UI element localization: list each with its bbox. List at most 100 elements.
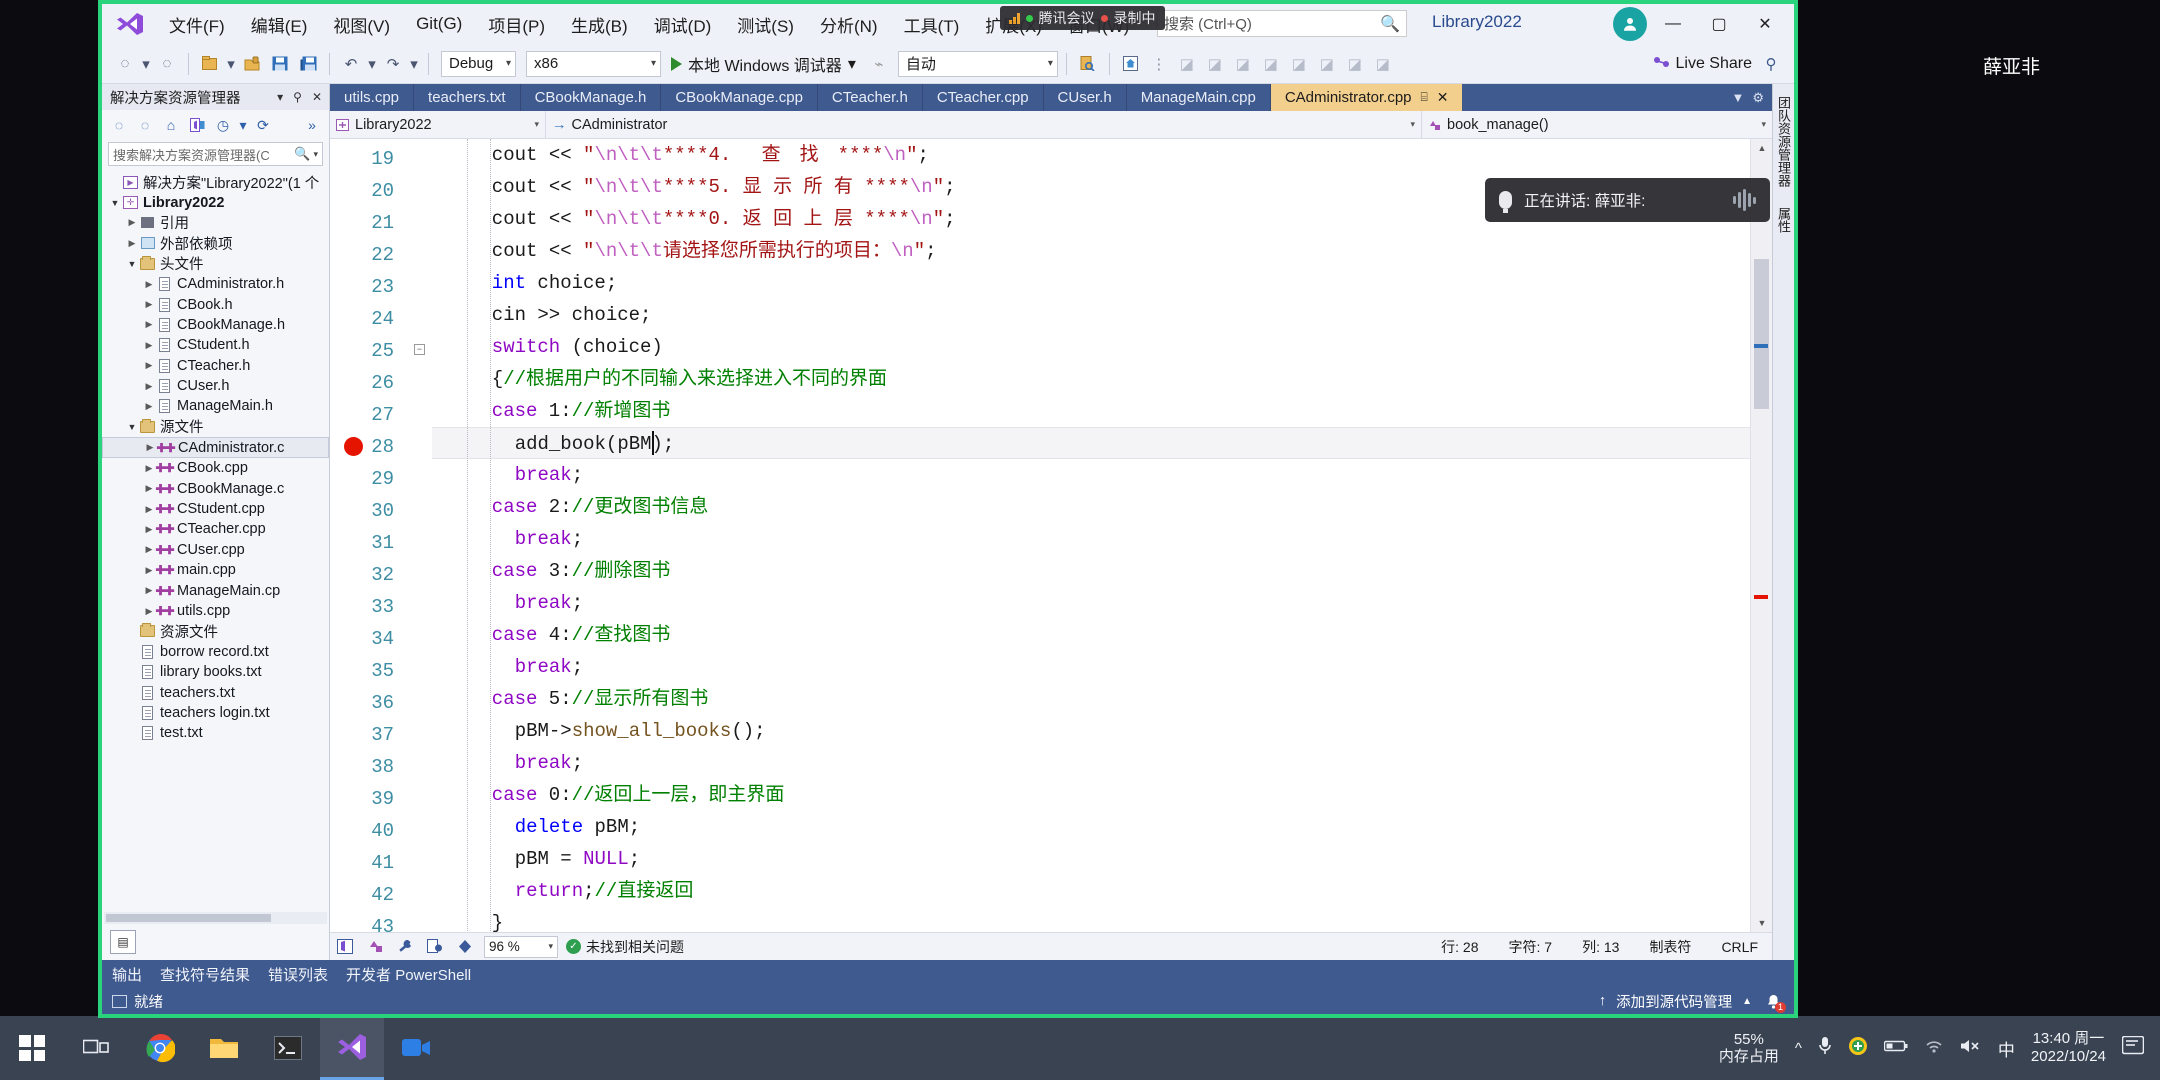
menu-item-test[interactable]: 测试(S) xyxy=(724,8,807,41)
tree-item-cadministrator.h[interactable]: ▶ CAdministrator.h xyxy=(102,274,329,294)
tb-extra-1-icon[interactable]: ◪ xyxy=(1174,50,1200,78)
forward-icon[interactable]: ◌ xyxy=(134,114,156,136)
properties-toggle-button[interactable]: ▤ xyxy=(110,930,136,954)
home-window-icon[interactable] xyxy=(1118,50,1144,78)
tree-item-[interactable]: 资源文件 xyxy=(102,621,329,641)
chevron-right-icon[interactable]: ▶ xyxy=(142,463,156,474)
tree-item-borrowrecord.txt[interactable]: borrow record.txt xyxy=(102,642,329,662)
task-view-button[interactable] xyxy=(64,1016,128,1080)
navbar-member-select[interactable]: book_manage() ▾ xyxy=(1422,111,1772,138)
save-icon[interactable] xyxy=(267,50,293,78)
chevron-down-icon[interactable]: ▼ xyxy=(125,422,139,432)
tree-item-cstudent.cpp[interactable]: ▶ ✚✚ CStudent.cpp xyxy=(102,499,329,519)
editor-tab-cteachercpp[interactable]: CTeacher.cpp xyxy=(923,84,1044,111)
menu-item-view[interactable]: 视图(V) xyxy=(320,8,403,41)
undo-icon[interactable]: ↶ xyxy=(338,50,364,78)
ime-tray-indicator[interactable]: 中 xyxy=(1998,1036,2015,1061)
code-line[interactable]: int choice; xyxy=(432,267,1772,299)
chevron-right-icon[interactable]: ▶ xyxy=(142,299,156,310)
meeting-button[interactable] xyxy=(384,1016,448,1080)
chevron-right-icon[interactable]: ▶ xyxy=(142,606,156,617)
back-icon[interactable]: ◌ xyxy=(108,114,130,136)
tb-extra-4-icon[interactable]: ◪ xyxy=(1258,50,1284,78)
maximize-button[interactable]: ▢ xyxy=(1696,6,1742,42)
menu-item-file[interactable]: 文件(F) xyxy=(156,8,238,41)
back-navigate-icon[interactable]: ◌ xyxy=(112,50,138,78)
toolbar-overflow-icon[interactable]: ⋮ xyxy=(1146,50,1172,78)
class-view-icon[interactable] xyxy=(360,934,390,960)
terminal-button[interactable] xyxy=(256,1016,320,1080)
start-debugging-button[interactable]: 本地 Windows 调试器 ▾ xyxy=(663,52,864,76)
chevron-down-icon[interactable]: ▼ xyxy=(108,198,122,208)
editor-tab-cuserh[interactable]: CUser.h xyxy=(1044,84,1127,111)
chevron-down-icon[interactable]: ▾ xyxy=(238,114,248,136)
tree-item-cbookmanage.h[interactable]: ▶ CBookManage.h xyxy=(102,315,329,335)
tb-extra-5-icon[interactable]: ◪ xyxy=(1286,50,1312,78)
forward-navigate-icon[interactable]: ◌ xyxy=(154,50,180,78)
code-line[interactable]: delete pBM; xyxy=(432,811,1772,843)
editor-vertical-scrollbar[interactable]: ▲ ▼ xyxy=(1750,139,1772,932)
close-button[interactable]: ✕ xyxy=(1742,6,1788,42)
gear-icon[interactable]: ⚙ xyxy=(1752,90,1764,106)
bottom-dock-tabs[interactable]: 输出 查找符号结果 错误列表 开发者 PowerShell xyxy=(102,960,1794,988)
solution-view-icon[interactable] xyxy=(186,114,208,136)
search-in-file-icon[interactable] xyxy=(1075,50,1101,78)
code-line[interactable]: case 4://查找图书 xyxy=(432,619,1772,651)
solution-configuration-select[interactable]: Debug ▾ xyxy=(441,50,516,77)
code-line[interactable]: {//根据用户的不同输入来选择进入不同的界面 xyxy=(432,363,1772,395)
microphone-tray-icon[interactable] xyxy=(1818,1036,1832,1060)
tool-tab-team-explorer[interactable]: 团队资源管理器 xyxy=(1772,90,1795,193)
properties-wrench-icon[interactable] xyxy=(390,934,420,960)
code-line[interactable]: return;//直接返回 xyxy=(432,875,1772,907)
chevron-down-icon[interactable]: ▾ xyxy=(313,149,318,160)
code-line[interactable]: case 3://删除图书 xyxy=(432,555,1772,587)
chevron-right-icon[interactable]: ▶ xyxy=(142,483,156,494)
navbar-project-select[interactable]: Library2022 ▾ xyxy=(330,111,546,138)
chevron-down-icon[interactable]: ▼ xyxy=(125,259,139,269)
redo-icon[interactable]: ↷ xyxy=(380,50,406,78)
editor-tab-teacherstxt[interactable]: teachers.txt xyxy=(414,84,521,111)
pin-icon[interactable]: ⌸ xyxy=(1421,90,1428,105)
code-line[interactable]: break; xyxy=(432,651,1772,683)
close-icon[interactable]: ✕ xyxy=(1437,89,1449,106)
zoom-level-select[interactable]: 96 % ▾ xyxy=(484,935,558,958)
tree-item-cstudent.h[interactable]: ▶ CStudent.h xyxy=(102,335,329,355)
code-line[interactable]: case 2://更改图书信息 xyxy=(432,491,1772,523)
minimize-button[interactable]: — xyxy=(1650,6,1696,42)
auto-select[interactable]: 自动 ▾ xyxy=(897,50,1058,77)
tree-item-utils.cpp[interactable]: ▶ ✚✚ utils.cpp xyxy=(102,601,329,621)
save-all-icon[interactable] xyxy=(295,50,321,78)
tree-item-cuser.h[interactable]: ▶ CUser.h xyxy=(102,376,329,396)
action-center-icon[interactable] xyxy=(2121,1035,2145,1060)
fold-margin[interactable]: − xyxy=(406,139,432,932)
dock-tab[interactable]: 查找符号结果 xyxy=(160,964,250,985)
account-avatar[interactable] xyxy=(1613,7,1647,41)
chevron-right-icon[interactable]: ▶ xyxy=(143,442,157,453)
tb-extra-3-icon[interactable]: ◪ xyxy=(1230,50,1256,78)
navbar-class-select[interactable]: → CAdministrator ▾ xyxy=(546,111,1422,138)
right-tool-tabs[interactable]: 团队资源管理器 属性 xyxy=(1772,84,1794,960)
tree-item-library20221[interactable]: ▶ 解决方案"Library2022"(1 个 xyxy=(102,172,329,192)
code-line[interactable]: break; xyxy=(432,523,1772,555)
solution-horizontal-scrollbar[interactable] xyxy=(104,912,327,924)
code-line[interactable]: case 1://新增图书 xyxy=(432,395,1772,427)
dock-tab[interactable]: 开发者 PowerShell xyxy=(346,964,471,985)
visual-studio-button[interactable] xyxy=(320,1016,384,1080)
menu-item-debug[interactable]: 调试(D) xyxy=(641,8,725,41)
tree-item-library2022[interactable]: ▼ ✛ Library2022 xyxy=(102,192,329,212)
code-line[interactable]: switch (choice) xyxy=(432,331,1772,363)
code-line[interactable]: case 5://显示所有图书 xyxy=(432,683,1772,715)
editor-tab-cadministratorcpp[interactable]: CAdministrator.cpp ⌸ ✕ xyxy=(1270,84,1463,111)
editor-tab-utilscpp[interactable]: utils.cpp xyxy=(330,84,415,111)
chevron-right-icon[interactable]: ▶ xyxy=(142,565,156,576)
tab-list-icon[interactable]: ▼ xyxy=(1731,90,1744,105)
wifi-tray-icon[interactable] xyxy=(1924,1038,1944,1058)
chevron-right-icon[interactable]: ▶ xyxy=(125,238,139,249)
code-line[interactable]: break; xyxy=(432,587,1772,619)
dock-tab[interactable]: 错误列表 xyxy=(268,964,328,985)
tree-item-[interactable]: ▼ 头文件 xyxy=(102,254,329,274)
code-line[interactable]: break; xyxy=(432,459,1772,491)
tree-item-teachers.txt[interactable]: teachers.txt xyxy=(102,682,329,702)
scroll-up-icon[interactable]: ▲ xyxy=(1751,139,1772,157)
start-button[interactable] xyxy=(0,1016,64,1080)
